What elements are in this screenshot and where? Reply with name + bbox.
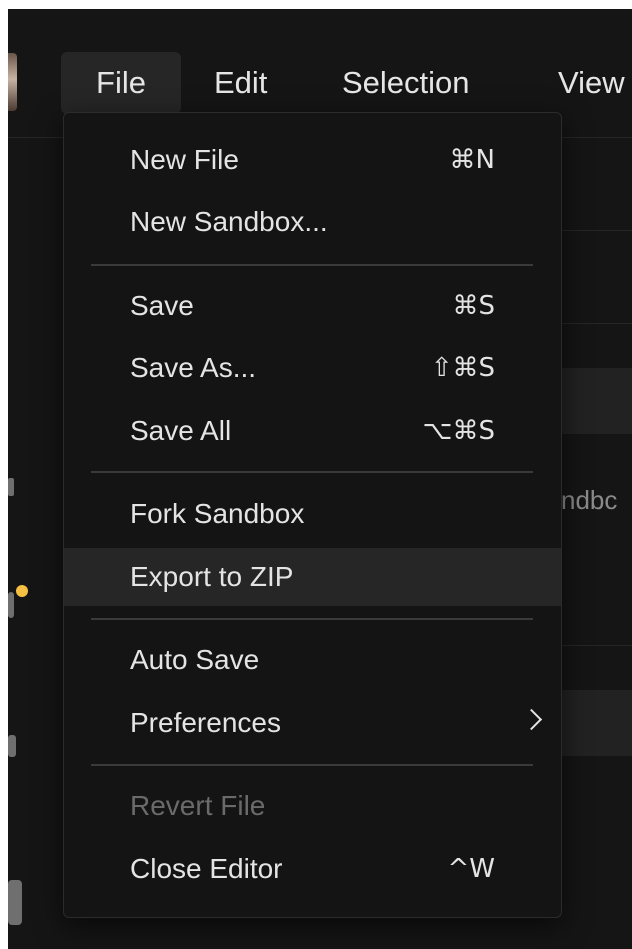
menu-separator [91, 264, 533, 266]
menu-item-label: Close Editor [130, 853, 283, 884]
menu-item-fork-sandbox[interactable]: Fork Sandbox [64, 485, 561, 543]
menu-item-close-editor[interactable]: Close Editor ^W [64, 840, 561, 898]
background-panel [555, 690, 632, 756]
avatar[interactable] [8, 53, 17, 111]
menu-item-save[interactable]: Save ⌘S [64, 277, 561, 335]
menu-item-label: Revert File [130, 790, 266, 821]
activity-bar-icon[interactable] [8, 592, 14, 618]
screen-left-edge [0, 9, 8, 949]
menu-separator [91, 764, 533, 766]
menu-item-label: New Sandbox... [130, 206, 328, 237]
background-divider [555, 230, 632, 231]
background-divider [555, 323, 632, 324]
menu-item-shortcut: ^W [447, 854, 496, 884]
menu-item-new-file[interactable]: New File ⌘N [64, 131, 561, 189]
menu-item-save-all[interactable]: Save All ⌥⌘S [64, 402, 561, 460]
unsaved-indicator-dot [16, 585, 28, 597]
menu-item-label: Save [130, 290, 194, 321]
file-menu-dropdown: New File ⌘N New Sandbox... Save ⌘S Save … [63, 112, 562, 918]
activity-bar-icon[interactable] [8, 478, 14, 496]
menu-item-shortcut: ⌘S [452, 291, 495, 321]
menu-item-label: Preferences [130, 707, 281, 738]
background-partial-text: ndbc [561, 485, 618, 515]
app-window: File Edit Selection View ndbc New File ⌘… [0, 0, 632, 949]
menu-item-save-as[interactable]: Save As... ⇧⌘S [64, 339, 561, 397]
menu-separator [91, 471, 533, 473]
menu-item-shortcut: ⇧⌘S [430, 353, 495, 383]
menu-item-new-sandbox[interactable]: New Sandbox... [64, 193, 561, 251]
menu-separator [91, 618, 533, 620]
menubar-edit[interactable]: Edit [214, 52, 267, 114]
menu-item-shortcut: ⌥⌘S [422, 416, 495, 446]
menu-item-label: Save As... [130, 352, 257, 383]
background-panel [555, 368, 632, 434]
background-divider [555, 645, 632, 646]
menu-item-label: Fork Sandbox [130, 498, 305, 529]
menu-item-label: Save All [130, 415, 232, 446]
menu-item-shortcut: ⌘N [449, 145, 495, 175]
chevron-right-icon [520, 708, 543, 731]
menubar-view[interactable]: View [558, 52, 625, 114]
menubar-selection[interactable]: Selection [342, 52, 470, 114]
menu-item-auto-save[interactable]: Auto Save [64, 631, 561, 689]
menu-item-label: Auto Save [130, 644, 260, 675]
menu-item-label: Export to ZIP [130, 561, 294, 592]
menu-item-revert-file: Revert File [64, 777, 561, 835]
screen-top-edge [0, 0, 632, 9]
activity-bar-icon[interactable] [8, 735, 16, 757]
menu-item-export-to-zip[interactable]: Export to ZIP [64, 548, 561, 606]
menubar-file[interactable]: File [61, 52, 181, 114]
menu-item-preferences[interactable]: Preferences [64, 694, 561, 752]
menu-item-label: New File [130, 144, 239, 175]
activity-bar-icon[interactable] [8, 880, 22, 925]
